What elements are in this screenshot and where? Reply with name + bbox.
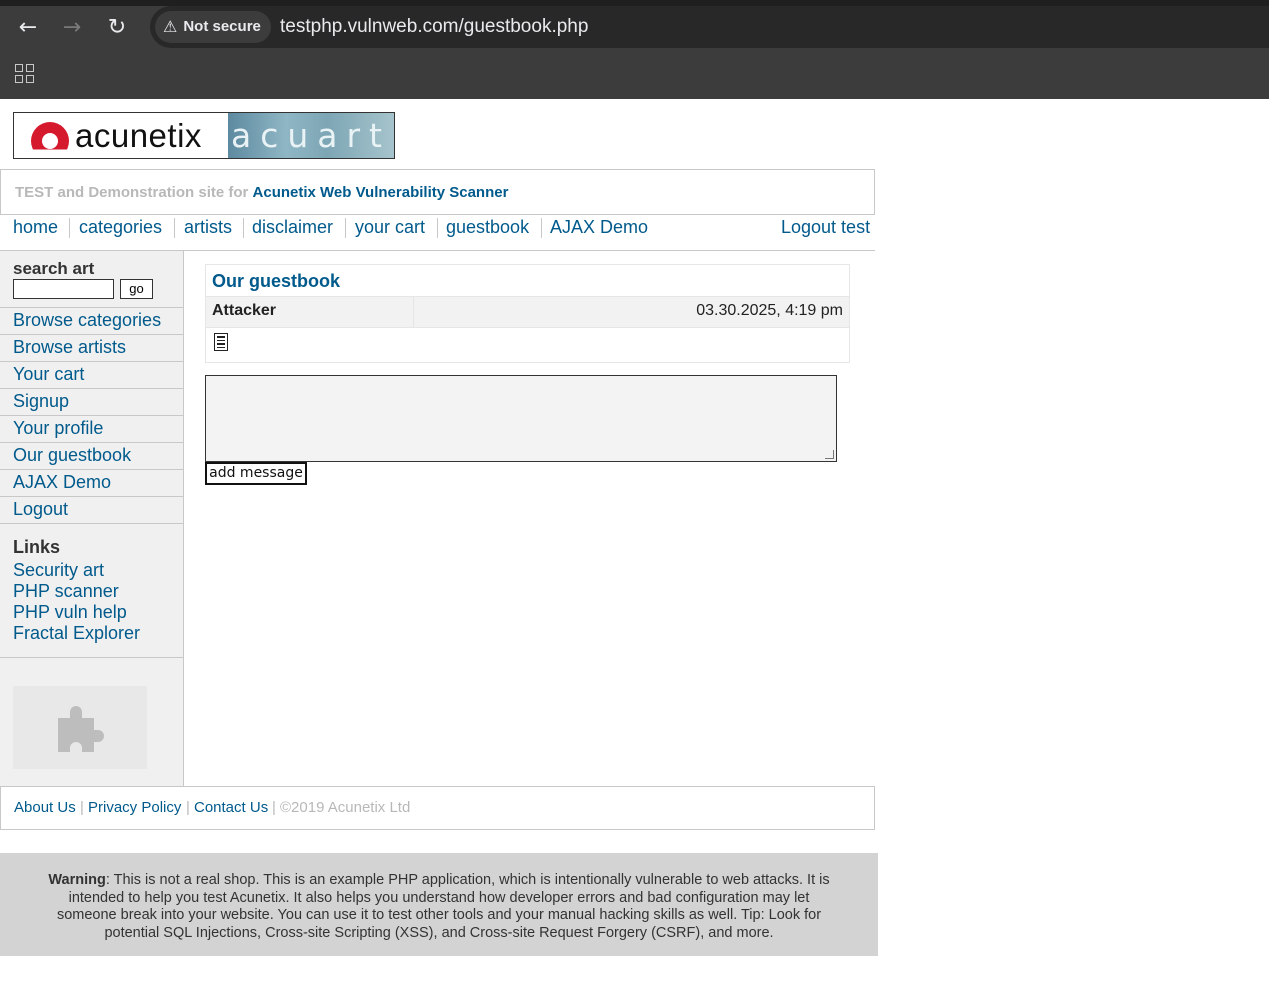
sidebar-item-your-cart[interactable]: Your cart [0,361,183,388]
security-label: Not secure [183,18,261,35]
sidebar-item-label: Your profile [13,418,104,438]
entry-author: Attacker [212,302,277,319]
link-security-art[interactable]: Security art [13,560,104,581]
guestbook-entry-header: Attacker 03.30.2025, 4:19 pm [206,296,849,328]
page-title: Our guestbook [212,271,341,291]
footer-privacy-policy[interactable]: Privacy Policy [88,799,181,816]
forward-arrow-icon[interactable]: → [58,14,86,42]
document-icon [214,333,228,351]
puzzle-piece-icon [58,705,104,752]
sidebar-item-browse-artists[interactable]: Browse artists [0,334,183,361]
link-php-vuln-help[interactable]: PHP vuln help [13,602,127,623]
warning-banner: Warning: This is not a real shop. This i… [0,853,878,956]
footer-separator: | [272,799,276,816]
sidebar-item-label: Browse artists [13,337,127,357]
sidebar-item-ajax-demo[interactable]: AJAX Demo [0,469,183,496]
logo-left-text: acunetix [75,117,202,154]
warning-label: Warning [48,872,106,888]
link-fractal-explorer[interactable]: Fractal Explorer [13,623,140,644]
nav-home[interactable]: home [13,216,58,238]
resize-handle[interactable] [825,450,834,459]
warning-text: Warning: This is not a real shop. This i… [40,872,838,942]
warning-body: : This is not a real shop. This is an ex… [56,872,830,941]
sidebar-item-label: Our guestbook [13,445,132,465]
nav-categories[interactable]: categories [79,216,162,238]
security-chip[interactable]: ⚠ Not secure [155,11,271,43]
sidebar-item-label: Logout [13,499,69,519]
sidebar: search art go Browse categories Browse a… [0,251,184,786]
footer: About Us | Privacy Policy | Contact Us |… [0,786,875,830]
sidebar-item-signup[interactable]: Signup [0,388,183,415]
nav-your-cart[interactable]: your cart [355,216,425,238]
tagline-prefix: TEST and Demonstration site for [15,184,249,201]
links-title: Links [13,537,61,557]
footer-separator: | [186,799,190,816]
sidebar-item-your-profile[interactable]: Your profile [0,415,183,442]
footer-separator: | [80,799,84,816]
url-text[interactable]: testphp.vulnweb.com/guestbook.php [280,15,588,39]
guestbook-panel: Our guestbook Attacker 03.30.2025, 4:19 … [205,264,850,363]
column-divider [413,297,414,327]
sidebar-divider [0,657,183,658]
search-input[interactable] [13,279,114,299]
sidebar-item-label: AJAX Demo [13,472,112,492]
entry-date: 03.30.2025, 4:19 pm [696,302,843,319]
site-logo[interactable]: acunetix acuart [13,112,395,159]
plugin-placeholder [13,686,147,769]
tagline: TEST and Demonstration site for Acunetix… [15,184,508,201]
top-navigation: home categories artists disclaimer your … [0,214,875,251]
sidebar-item-our-guestbook[interactable]: Our guestbook [0,442,183,469]
sidebar-divider [0,523,183,524]
acunetix-mark-icon [31,122,69,150]
footer-contact-us[interactable]: Contact Us [194,799,268,816]
footer-about-us[interactable]: About Us [14,799,76,816]
add-message-button[interactable]: add message [205,462,307,485]
link-php-scanner[interactable]: PHP scanner [13,581,119,602]
nav-artists[interactable]: artists [184,216,232,238]
message-textarea[interactable] [205,375,837,462]
logout-link[interactable]: Logout test [781,216,870,238]
search-title: search art [13,259,95,278]
nav-guestbook[interactable]: guestbook [446,216,529,238]
warning-triangle-icon: ⚠ [163,17,178,36]
apps-grid-icon[interactable] [15,64,35,84]
reload-icon[interactable]: ↻ [103,14,131,42]
sidebar-item-label: Browse categories [13,310,162,330]
nav-divider [69,218,70,238]
web-page: acunetix acuart TEST and Demonstration s… [0,99,1269,1008]
logo-right-text: acuart [230,116,391,155]
nav-divider [345,218,346,238]
tagline-brand-link[interactable]: Acunetix Web Vulnerability Scanner [253,184,509,201]
nav-divider [541,218,542,238]
tagline-box: TEST and Demonstration site for Acunetix… [0,169,875,215]
sidebar-item-logout[interactable]: Logout [0,496,183,523]
footer-copyright: ©2019 Acunetix Ltd [280,799,411,816]
sidebar-item-browse-categories[interactable]: Browse categories [0,307,183,334]
acuart-logo: acuart [228,113,394,158]
back-arrow-icon[interactable]: ← [14,14,42,42]
acunetix-logo: acunetix [14,113,228,158]
nav-ajax-demo[interactable]: AJAX Demo [550,216,648,238]
nav-divider [174,218,175,238]
sidebar-item-label: Signup [13,391,70,411]
nav-divider [243,218,244,238]
nav-disclaimer[interactable]: disclaimer [252,216,333,238]
browser-chrome: ← → ↻ ⚠ Not secure testphp.vulnweb.com/g… [0,0,1269,99]
nav-divider [437,218,438,238]
search-go-button[interactable]: go [120,279,153,299]
sidebar-item-label: Your cart [13,364,85,384]
